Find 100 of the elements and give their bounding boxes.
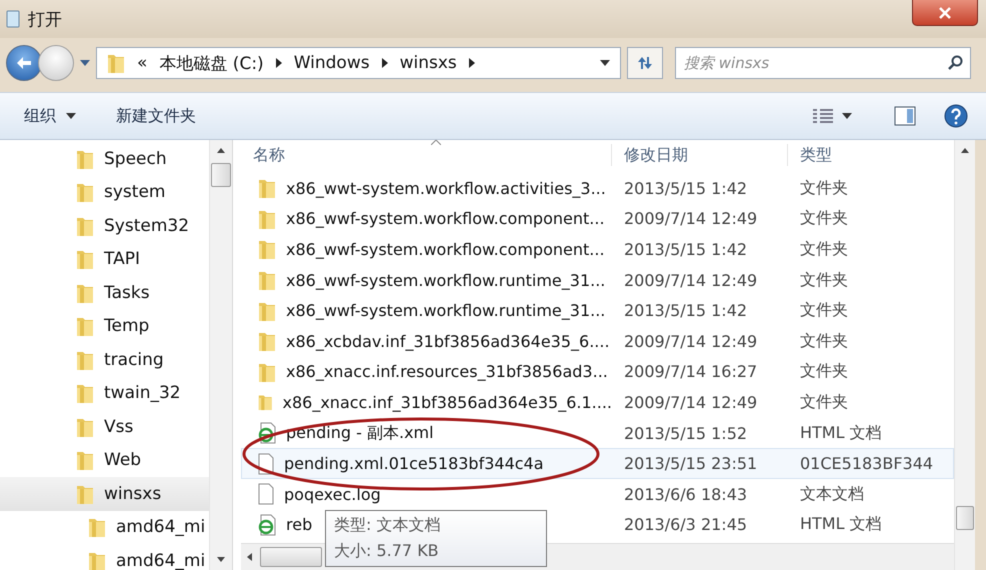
modified-date: 2013/5/15 1:42 (623, 301, 748, 320)
caret-icon (842, 113, 852, 119)
refresh-button[interactable] (627, 47, 663, 79)
folder-tree-item[interactable]: Web (0, 444, 209, 477)
folder-tree-item[interactable]: amd64_mi (0, 510, 209, 544)
address-field[interactable]: « 本地磁盘 (C:) Windows winsxs (96, 47, 621, 79)
file-name: x86_xcbdav.inf_31bf3856ad364e35_6.... (286, 332, 610, 351)
tooltip-line: 大小: 5.77 KB (334, 541, 439, 562)
tooltip-line: 类型: 文本文档 (334, 515, 440, 536)
folder-tree-item[interactable]: twain_32 (0, 376, 209, 410)
modified-date: 2013/5/15 23:51 (623, 454, 758, 474)
search-icon[interactable] (947, 55, 963, 71)
folder-icon (258, 330, 276, 352)
folder-tree-item[interactable]: system (0, 176, 209, 209)
file-type: 文件夹 (799, 330, 849, 352)
file-type: HTML 文档 (799, 514, 883, 536)
folder-icon (76, 248, 94, 270)
modified-date: 2009/7/14 16:27 (623, 362, 758, 382)
folder-tree-item[interactable]: Tasks (0, 276, 209, 310)
file-type: 文件夹 (799, 208, 849, 230)
new-folder-button[interactable]: 新建文件夹 (106, 100, 206, 132)
vertical-scrollbar[interactable] (954, 140, 975, 570)
file-type: 文件夹 (799, 361, 849, 382)
close-icon (939, 6, 951, 18)
modified-date: 2013/6/6 18:43 (623, 484, 748, 504)
file-type: HTML 文档 (799, 422, 883, 444)
file-type: 文件夹 (799, 178, 849, 199)
breadcrumb-arrow-icon[interactable] (276, 58, 282, 68)
modified-date: 2013/5/15 1:42 (623, 240, 748, 259)
folder-icon (258, 238, 276, 260)
file-type: 文件夹 (799, 270, 849, 291)
breadcrumb-overflow[interactable]: « (137, 53, 148, 73)
file-type: 文本文档 (799, 484, 865, 505)
folder-icon (76, 449, 94, 472)
list-view-icon (812, 108, 834, 124)
breadcrumb-arrow-icon[interactable] (382, 58, 388, 68)
modified-date: 2013/5/15 1:52 (623, 424, 748, 443)
back-arrow-icon (16, 56, 32, 70)
scroll-down-icon[interactable] (217, 557, 225, 562)
modified-date: 2009/7/14 12:49 (623, 392, 758, 412)
file-type: 文件夹 (799, 238, 849, 260)
preview-pane-icon (894, 106, 916, 126)
folder-icon (76, 315, 94, 338)
scroll-up-icon[interactable] (961, 148, 969, 153)
file-type: 01CE5183BF344 (799, 454, 934, 474)
folder-tree-item[interactable]: tracing (0, 343, 209, 376)
search-field[interactable]: 搜索 winsxs (675, 47, 971, 79)
document-icon (258, 483, 274, 506)
scroll-left-icon[interactable] (247, 553, 252, 561)
folder-icon (107, 52, 125, 74)
column-header[interactable]: 名称 (241, 144, 611, 166)
folder-icon (76, 382, 94, 404)
caret-icon[interactable] (600, 60, 610, 66)
file-name: reb (286, 515, 312, 534)
back-button[interactable] (6, 45, 42, 81)
file-name: x86_xnacc.inf.resources_31bf3856ad3... (286, 362, 608, 382)
breadcrumb-arrow-icon[interactable] (468, 58, 475, 68)
file-name: x86_wwf-system.workflow.component... (286, 209, 605, 228)
folder-tree-item[interactable]: Temp (0, 310, 209, 343)
file-name: x86_wwt-system.workflow.activities_3... (286, 178, 606, 198)
modified-date: 2009/7/14 12:49 (623, 332, 758, 351)
modified-date: 2009/7/14 12:49 (623, 209, 758, 228)
modified-date: 2013/5/15 1:42 (623, 178, 748, 198)
breadcrumb[interactable]: winsxs (400, 53, 457, 73)
file-name: poqexec.log (284, 484, 381, 504)
file-name: x86_wwf-system.workflow.component... (286, 240, 605, 259)
window-title: 打开 (28, 8, 62, 30)
selected-file-row[interactable]: pending.xml.01ce5183bf344c4a 2013/5/15 23:51 01CE5183BF344 (241, 448, 954, 479)
scrollbar-thumb[interactable] (956, 506, 974, 530)
column-header[interactable]: 修改日期 (611, 144, 787, 166)
file-type: 文件夹 (799, 392, 849, 413)
modified-date: 2009/7/14 12:49 (623, 270, 758, 290)
folder-icon (76, 181, 94, 204)
vertical-scrollbar[interactable] (209, 140, 232, 570)
window-icon (6, 10, 20, 28)
folder-tree-item[interactable]: Speech (0, 142, 209, 176)
folder-tree-item[interactable]: Vss (0, 410, 209, 444)
folder-tree-item[interactable]: amd64_mi (0, 544, 209, 570)
caret-icon (66, 113, 76, 119)
file-name: x86_xnacc.inf_31bf3856ad364e35_6.1.... (282, 392, 612, 412)
web-document-icon (258, 514, 276, 536)
history-dropdown[interactable] (80, 60, 90, 66)
breadcrumb[interactable]: 本地磁盘 (C:) (159, 52, 264, 74)
file-type: 文件夹 (799, 300, 849, 322)
file-name: x86_wwf-system.workflow.runtime_31... (286, 270, 606, 290)
breadcrumb[interactable]: Windows (294, 53, 370, 73)
scroll-up-icon[interactable] (217, 148, 225, 153)
modified-date: 2013/6/3 21:45 (623, 515, 748, 534)
folder-tree-item[interactable]: TAPI (0, 242, 209, 276)
scrollbar-thumb[interactable] (211, 163, 231, 187)
help-icon (944, 104, 968, 128)
refresh-arrows-icon (636, 56, 654, 70)
close-button[interactable] (912, 0, 978, 26)
folder-tree-item[interactable]: winsxs (0, 477, 209, 510)
folder-icon (258, 269, 276, 292)
organize-button[interactable]: 组织 (14, 100, 86, 132)
file-name: x86_wwf-system.workflow.runtime_31... (286, 301, 606, 320)
caret-icon (80, 60, 90, 66)
scrollbar-thumb[interactable] (260, 547, 322, 567)
folder-tree-item[interactable]: System32 (0, 209, 209, 242)
